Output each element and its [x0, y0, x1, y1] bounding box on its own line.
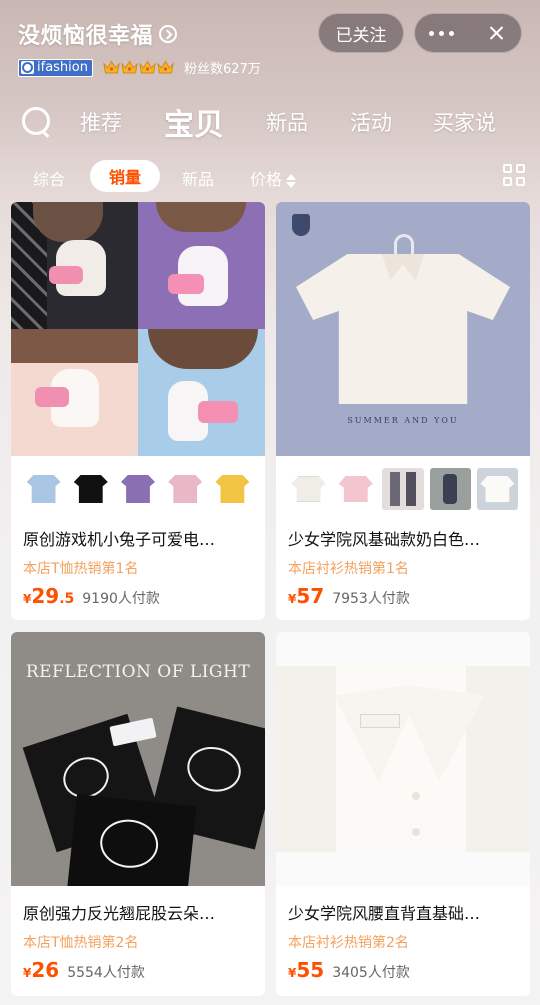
capsule-menu — [414, 13, 522, 53]
shop-meta: ifashion 粉丝数627万 — [18, 58, 261, 77]
crown-icon — [103, 60, 120, 75]
crown-icon — [157, 60, 174, 75]
swatch-thumb[interactable] — [288, 468, 330, 510]
product-price: ¥55 — [288, 958, 325, 982]
sort-arrows-icon — [286, 173, 297, 189]
sales-rank-label: 本店衬衫热销第2名 — [288, 935, 409, 951]
image-caption: SUMMER AND YOU — [347, 416, 459, 425]
filter-price[interactable]: 价格 — [250, 166, 297, 190]
color-swatches — [276, 456, 530, 516]
close-icon[interactable] — [468, 13, 521, 53]
product-image[interactable]: SUMMER AND YOU — [276, 202, 530, 456]
product-image[interactable]: REFLECTION OF LIGHT — [11, 632, 265, 886]
filter-new[interactable]: 新品 — [182, 166, 214, 190]
product-title[interactable]: 少女学院风腰直背直基础… — [276, 900, 530, 924]
swatch-thumb[interactable] — [211, 468, 254, 510]
ifashion-badge: ifashion — [18, 58, 93, 77]
product-title[interactable]: 原创游戏机小兔子可爱电… — [11, 526, 265, 550]
price-row: ¥26 5554人付款 — [11, 958, 265, 982]
shop-name[interactable]: 没烦恼很幸福 — [18, 18, 153, 50]
swatch-thumb[interactable] — [70, 468, 112, 510]
swatch-thumb[interactable] — [476, 468, 519, 510]
shop-name-row[interactable]: 没烦恼很幸福 — [18, 18, 178, 50]
more-icon[interactable] — [415, 30, 468, 36]
tab-new[interactable]: 新品 — [266, 107, 308, 137]
product-price: ¥57 — [288, 584, 325, 608]
crown-icon — [139, 60, 156, 75]
shop-level-crowns — [103, 60, 174, 75]
paid-count: 9190人付款 — [82, 591, 160, 607]
search-icon[interactable] — [20, 105, 52, 137]
chevron-right-circle-icon[interactable] — [159, 25, 178, 43]
tab-products[interactable]: 宝贝 — [164, 100, 224, 144]
product-image[interactable] — [11, 202, 265, 456]
swatch-thumb[interactable] — [164, 468, 206, 510]
swatch-thumb[interactable] — [429, 468, 471, 510]
paid-count: 7953人付款 — [332, 591, 410, 607]
price-row: ¥29.5 9190人付款 — [11, 584, 265, 608]
paid-count: 5554人付款 — [67, 965, 145, 981]
brand-badge-label: ifashion — [37, 60, 88, 75]
image-caption: REFLECTION OF LIGHT — [25, 662, 251, 682]
follow-button[interactable]: 已关注 — [318, 13, 404, 53]
sales-rank-label: 本店T恤热销第2名 — [23, 935, 139, 951]
product-title[interactable]: 原创强力反光翘屁股云朵… — [11, 900, 265, 924]
price-row: ¥57 7953人付款 — [276, 584, 530, 608]
product-card[interactable]: SUMMER AND YOU 少女学院风基础款奶白色… 本店衬衫热销第1名 ¥5… — [276, 202, 530, 620]
sales-rank-label: 本店T恤热销第1名 — [23, 561, 139, 577]
product-price: ¥29.5 — [23, 584, 75, 608]
shield-logo-icon — [292, 214, 310, 236]
hanger-icon — [394, 234, 414, 254]
swatch-thumb[interactable] — [117, 468, 159, 510]
shop-header: 没烦恼很幸福 ifashion 粉丝数627万 已关注 — [0, 0, 540, 92]
brand-label — [360, 714, 400, 728]
filter-sales[interactable]: 销量 — [90, 160, 160, 192]
tab-buyer-reviews[interactable]: 买家说 — [433, 107, 496, 137]
product-card[interactable]: REFLECTION OF LIGHT 原创强力反光翘屁股云朵… 本店T恤热销第… — [11, 632, 265, 996]
grid-view-icon[interactable] — [503, 164, 527, 188]
product-title[interactable]: 少女学院风基础款奶白色… — [276, 526, 530, 550]
paid-count: 3405人付款 — [332, 965, 410, 981]
shop-nav-tabs: 推荐 宝贝 新品 活动 买家说 — [0, 96, 540, 146]
product-image[interactable] — [276, 632, 530, 886]
product-card[interactable]: 少女学院风腰直背直基础… 本店衬衫热销第2名 ¥55 3405人付款 — [276, 632, 530, 996]
sort-filter-bar: 综合 销量 新品 价格 — [0, 160, 540, 192]
ifashion-logo-icon — [21, 61, 34, 74]
product-card[interactable]: 原创游戏机小兔子可爱电… 本店T恤热销第1名 ¥29.5 9190人付款 — [11, 202, 265, 620]
price-row: ¥55 3405人付款 — [276, 958, 530, 982]
swatch-thumb[interactable] — [335, 468, 377, 510]
tab-recommend[interactable]: 推荐 — [80, 107, 122, 137]
color-swatches — [11, 456, 265, 516]
filter-price-label: 价格 — [250, 170, 283, 189]
sales-rank-label: 本店衬衫热销第1名 — [288, 561, 409, 577]
follower-count: 粉丝数627万 — [183, 62, 261, 77]
product-price: ¥26 — [23, 958, 60, 982]
filter-comprehensive[interactable]: 综合 — [33, 166, 65, 190]
swatch-thumb[interactable] — [382, 468, 424, 510]
crown-icon — [121, 60, 138, 75]
tab-activity[interactable]: 活动 — [350, 107, 392, 137]
swatch-thumb[interactable] — [23, 468, 65, 510]
